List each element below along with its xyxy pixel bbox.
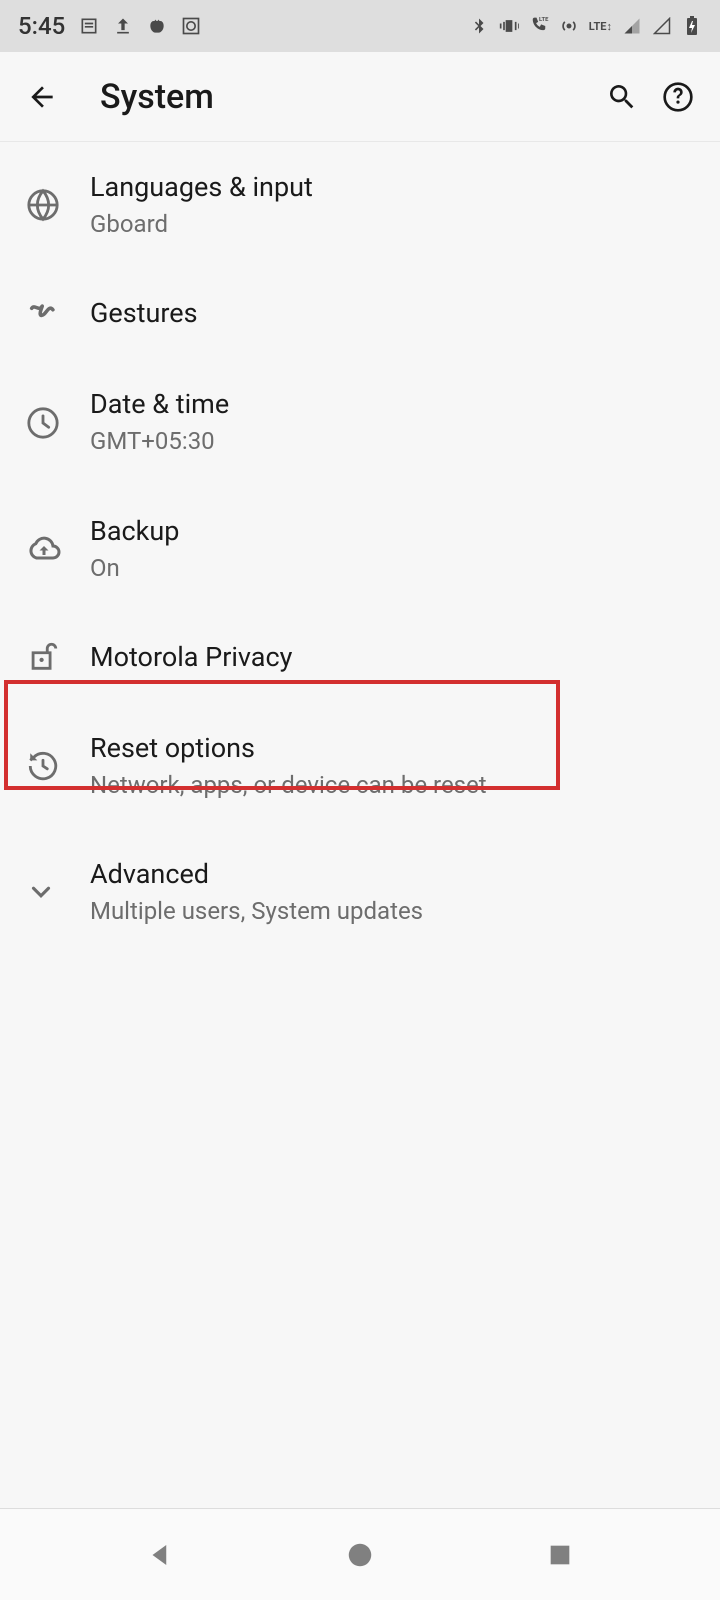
cloud-upload-icon: [18, 531, 90, 567]
search-button[interactable]: [598, 73, 646, 121]
item-title: Gestures: [90, 296, 702, 331]
navigation-bar: [0, 1508, 720, 1600]
nav-recent-button[interactable]: [530, 1525, 590, 1585]
content: Languages & input Gboard Gestures Date &…: [0, 142, 720, 1508]
signal-icon-2: [652, 16, 672, 36]
hotspot-icon: [559, 16, 579, 36]
bluetooth-icon: [469, 16, 489, 36]
help-icon: [662, 81, 694, 113]
settings-item-privacy[interactable]: Motorola Privacy: [0, 612, 720, 703]
lte-indicator: LTE↕: [589, 20, 612, 33]
signal-icon-1: [622, 16, 642, 36]
help-button[interactable]: [654, 73, 702, 121]
back-button[interactable]: [18, 73, 66, 121]
item-subtitle: Multiple users, System updates: [90, 896, 702, 927]
app-bar: System: [0, 52, 720, 142]
item-title: Motorola Privacy: [90, 640, 702, 675]
battery-icon: [682, 16, 702, 36]
search-icon: [606, 81, 638, 113]
item-title: Backup: [90, 514, 702, 549]
settings-item-gestures[interactable]: Gestures: [0, 268, 720, 359]
settings-item-languages[interactable]: Languages & input Gboard: [0, 142, 720, 268]
settings-item-advanced[interactable]: Advanced Multiple users, System updates: [0, 829, 720, 955]
nav-home-button[interactable]: [330, 1525, 390, 1585]
arrow-back-icon: [26, 81, 58, 113]
item-title: Reset options: [90, 731, 702, 766]
settings-item-datetime[interactable]: Date & time GMT+05:30: [0, 359, 720, 485]
volte-icon: LTE: [529, 16, 549, 36]
clock-icon: [18, 406, 90, 440]
settings-item-reset[interactable]: Reset options Network, apps, or device c…: [0, 703, 720, 829]
restore-icon: [18, 749, 90, 783]
notification-icon: [79, 16, 99, 36]
svg-text:LTE: LTE: [539, 17, 549, 23]
page-title: System: [100, 77, 590, 117]
circle-home-icon: [345, 1540, 375, 1570]
square-recent-icon: [546, 1541, 574, 1569]
status-time: 5:45: [18, 12, 65, 40]
nav-back-button[interactable]: [130, 1525, 190, 1585]
chevron-down-icon: [18, 877, 90, 907]
upload-icon: [113, 16, 133, 36]
triangle-back-icon: [145, 1540, 175, 1570]
lock-open-icon: [18, 640, 90, 674]
item-subtitle: On: [90, 553, 702, 584]
gesture-icon: [18, 297, 90, 331]
item-subtitle: Network, apps, or device can be reset: [90, 770, 702, 801]
square-icon: [181, 16, 201, 36]
status-left: 5:45: [18, 12, 201, 40]
item-title: Advanced: [90, 857, 702, 892]
status-right: LTE LTE↕: [469, 16, 702, 36]
apple-icon: [147, 16, 167, 36]
item-subtitle: GMT+05:30: [90, 426, 702, 457]
item-title: Languages & input: [90, 170, 702, 205]
settings-item-backup[interactable]: Backup On: [0, 486, 720, 612]
item-title: Date & time: [90, 387, 702, 422]
globe-icon: [18, 188, 90, 222]
item-subtitle: Gboard: [90, 209, 702, 240]
vibrate-icon: [499, 16, 519, 36]
status-bar: 5:45 LTE LTE↕: [0, 0, 720, 52]
